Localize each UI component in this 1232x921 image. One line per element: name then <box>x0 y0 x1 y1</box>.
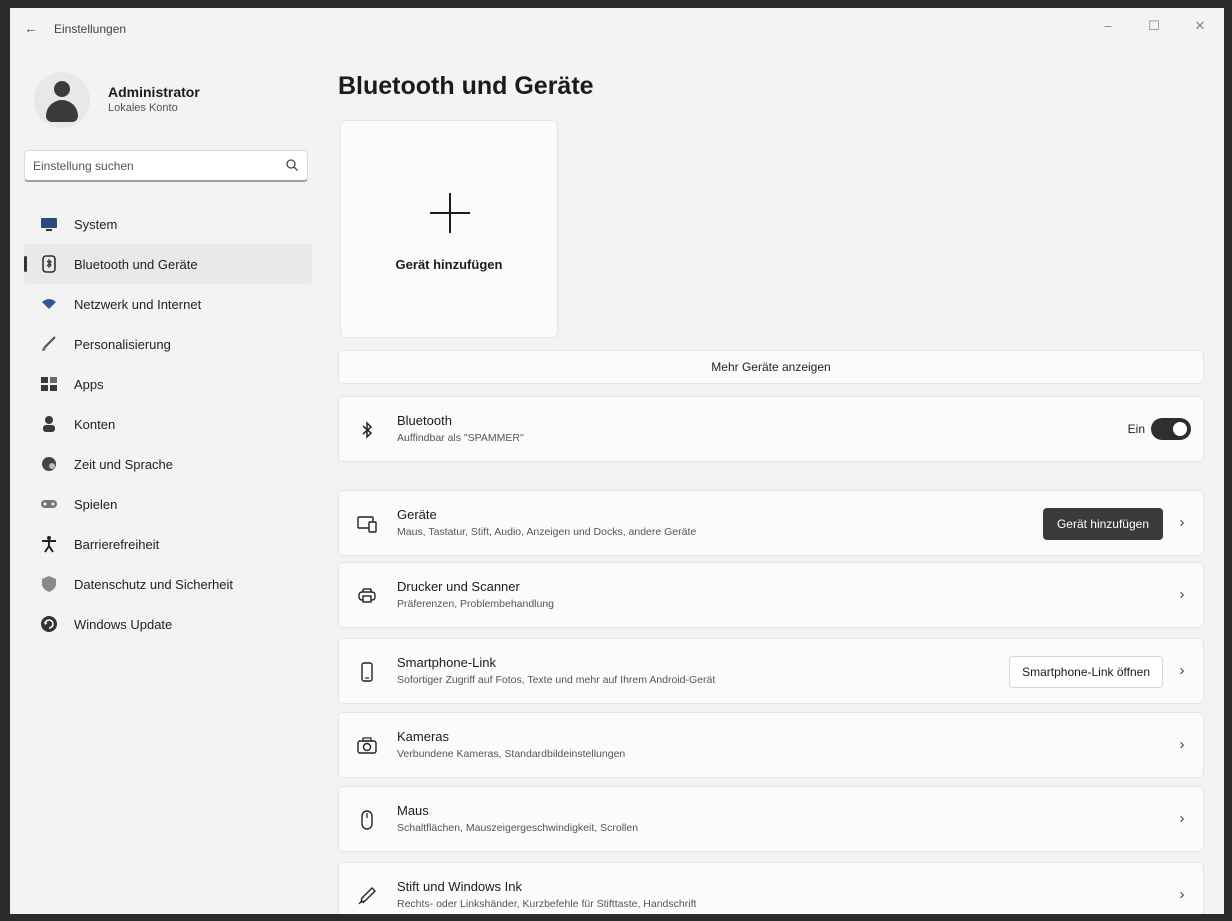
bluetooth-devices-icon <box>40 255 58 273</box>
printers-desc: Präferenzen, Problembehandlung <box>397 598 555 610</box>
cameras-desc: Verbundene Kameras, Standardbildeinstell… <box>397 748 626 760</box>
cameras-title: Kameras <box>397 729 450 744</box>
pen-desc: Rechts- oder Linkshänder, Kurzbefehle fü… <box>397 898 697 910</box>
open-phone-link-button[interactable]: Smartphone-Link öffnen <box>1009 656 1163 688</box>
sidebar: Administrator Lokales Konto System Blu <box>10 48 320 914</box>
sidebar-item-label: Zeit und Sprache <box>74 456 174 472</box>
phone-icon <box>357 662 377 682</box>
active-indicator <box>24 256 27 272</box>
back-button[interactable]: ← <box>24 20 40 36</box>
sidebar-item-windows-update[interactable]: Windows Update <box>24 604 312 644</box>
cameras-row[interactable]: Kameras Verbundene Kameras, Standardbild… <box>338 712 1204 778</box>
chevron-right-icon: › <box>1179 662 1185 679</box>
main-content: Bluetooth und Geräte Gerät hinzufügen Me… <box>338 48 1206 914</box>
app-title: Einstellungen <box>54 22 127 36</box>
mouse-row[interactable]: Maus Schaltflächen, Mauszeigergeschwindi… <box>338 786 1204 852</box>
plus-icon <box>430 193 470 233</box>
camera-icon <box>357 736 377 756</box>
search-box[interactable] <box>24 150 308 182</box>
sidebar-item-network[interactable]: Netzwerk und Internet <box>24 284 312 324</box>
sidebar-item-system[interactable]: System <box>24 204 312 244</box>
pen-title: Stift und Windows Ink <box>397 879 522 894</box>
sidebar-item-privacy[interactable]: Datenschutz und Sicherheit <box>24 564 312 604</box>
sidebar-item-apps[interactable]: Apps <box>24 364 312 404</box>
wifi-icon <box>40 295 58 313</box>
printers-title: Drucker und Scanner <box>397 579 520 594</box>
apps-icon <box>40 375 58 393</box>
phone-link-desc: Sofortiger Zugriff auf Fotos, Texte und … <box>397 674 716 686</box>
sidebar-item-time-language[interactable]: Zeit und Sprache <box>24 444 312 484</box>
chevron-right-icon: › <box>1179 586 1185 603</box>
bluetooth-toggle-label: Ein <box>1127 422 1145 436</box>
bluetooth-toggle[interactable] <box>1151 418 1191 440</box>
devices-desc: Maus, Tastatur, Stift, Audio, Anzeigen u… <box>397 526 697 538</box>
pen-row[interactable]: Stift und Windows Ink Rechts- oder Links… <box>338 862 1204 914</box>
devices-icon <box>357 514 377 534</box>
printers-row[interactable]: Drucker und Scanner Präferenzen, Problem… <box>338 562 1204 628</box>
title-bar: ← Einstellungen – ☐ ✕ <box>10 8 1224 48</box>
maximize-button[interactable]: ☐ <box>1134 14 1174 38</box>
profile[interactable]: Administrator Lokales Konto <box>22 72 312 136</box>
search-input[interactable] <box>33 157 273 175</box>
bluetooth-title: Bluetooth <box>397 413 452 428</box>
pen-icon <box>357 886 377 906</box>
sidebar-item-label: Barrierefreiheit <box>74 536 160 552</box>
update-icon <box>40 615 58 633</box>
mouse-icon <box>357 810 377 830</box>
search-icon[interactable] <box>285 158 299 172</box>
sidebar-item-bluetooth[interactable]: Bluetooth und Geräte <box>24 244 312 284</box>
sidebar-item-label: Personalisierung <box>74 336 171 352</box>
phone-link-title: Smartphone-Link <box>397 655 496 670</box>
profile-account-type: Lokales Konto <box>108 102 178 114</box>
sidebar-item-label: Datenschutz und Sicherheit <box>74 576 233 592</box>
mouse-title: Maus <box>397 803 429 818</box>
shield-icon <box>40 575 58 593</box>
phone-link-row[interactable]: Smartphone-Link Sofortiger Zugriff auf F… <box>338 638 1204 704</box>
sidebar-item-label: Bluetooth und Geräte <box>74 256 198 272</box>
monitor-icon <box>40 215 58 233</box>
globe-clock-icon <box>40 455 58 473</box>
minimize-button[interactable]: – <box>1088 14 1128 38</box>
add-device-card-label: Gerät hinzufügen <box>395 257 503 272</box>
sidebar-item-label: System <box>74 216 118 232</box>
sidebar-item-label: Windows Update <box>74 616 173 632</box>
bluetooth-desc: Auffindbar als "SPAMMER" <box>397 432 524 444</box>
more-devices-button[interactable]: Mehr Geräte anzeigen <box>338 350 1204 384</box>
sidebar-item-label: Spielen <box>74 496 118 512</box>
sidebar-item-accounts[interactable]: Konten <box>24 404 312 444</box>
bluetooth-row: Bluetooth Auffindbar als "SPAMMER" Ein <box>338 396 1204 462</box>
devices-row[interactable]: Geräte Maus, Tastatur, Stift, Audio, Anz… <box>338 490 1204 556</box>
add-device-card[interactable]: Gerät hinzufügen <box>340 120 558 338</box>
chevron-right-icon: › <box>1179 886 1185 903</box>
sidebar-item-label: Konten <box>74 416 116 432</box>
chevron-right-icon: › <box>1179 810 1185 827</box>
printer-icon <box>357 586 377 606</box>
bluetooth-icon <box>357 420 377 440</box>
avatar <box>34 72 90 128</box>
page-title: Bluetooth und Geräte <box>338 72 594 100</box>
close-button[interactable]: ✕ <box>1180 14 1220 38</box>
sidebar-item-accessibility[interactable]: Barrierefreiheit <box>24 524 312 564</box>
devices-title: Geräte <box>397 507 437 522</box>
sidebar-item-gaming[interactable]: Spielen <box>24 484 312 524</box>
profile-name: Administrator <box>108 84 200 100</box>
brush-icon <box>40 335 58 353</box>
mouse-desc: Schaltflächen, Mauszeigergeschwindigkeit… <box>397 822 639 834</box>
gamepad-icon <box>40 495 58 513</box>
sidebar-item-personalization[interactable]: Personalisierung <box>24 324 312 364</box>
add-device-button[interactable]: Gerät hinzufügen <box>1042 508 1163 540</box>
sidebar-nav: System Bluetooth und Geräte Netzwerk und… <box>24 204 312 644</box>
settings-window: ← Einstellungen – ☐ ✕ Administrator Loka… <box>10 8 1224 914</box>
accessibility-icon <box>40 535 58 553</box>
chevron-right-icon: › <box>1179 736 1185 753</box>
person-icon <box>40 415 58 433</box>
sidebar-item-label: Apps <box>74 376 104 392</box>
sidebar-item-label: Netzwerk und Internet <box>74 296 202 312</box>
chevron-right-icon: › <box>1179 514 1185 531</box>
